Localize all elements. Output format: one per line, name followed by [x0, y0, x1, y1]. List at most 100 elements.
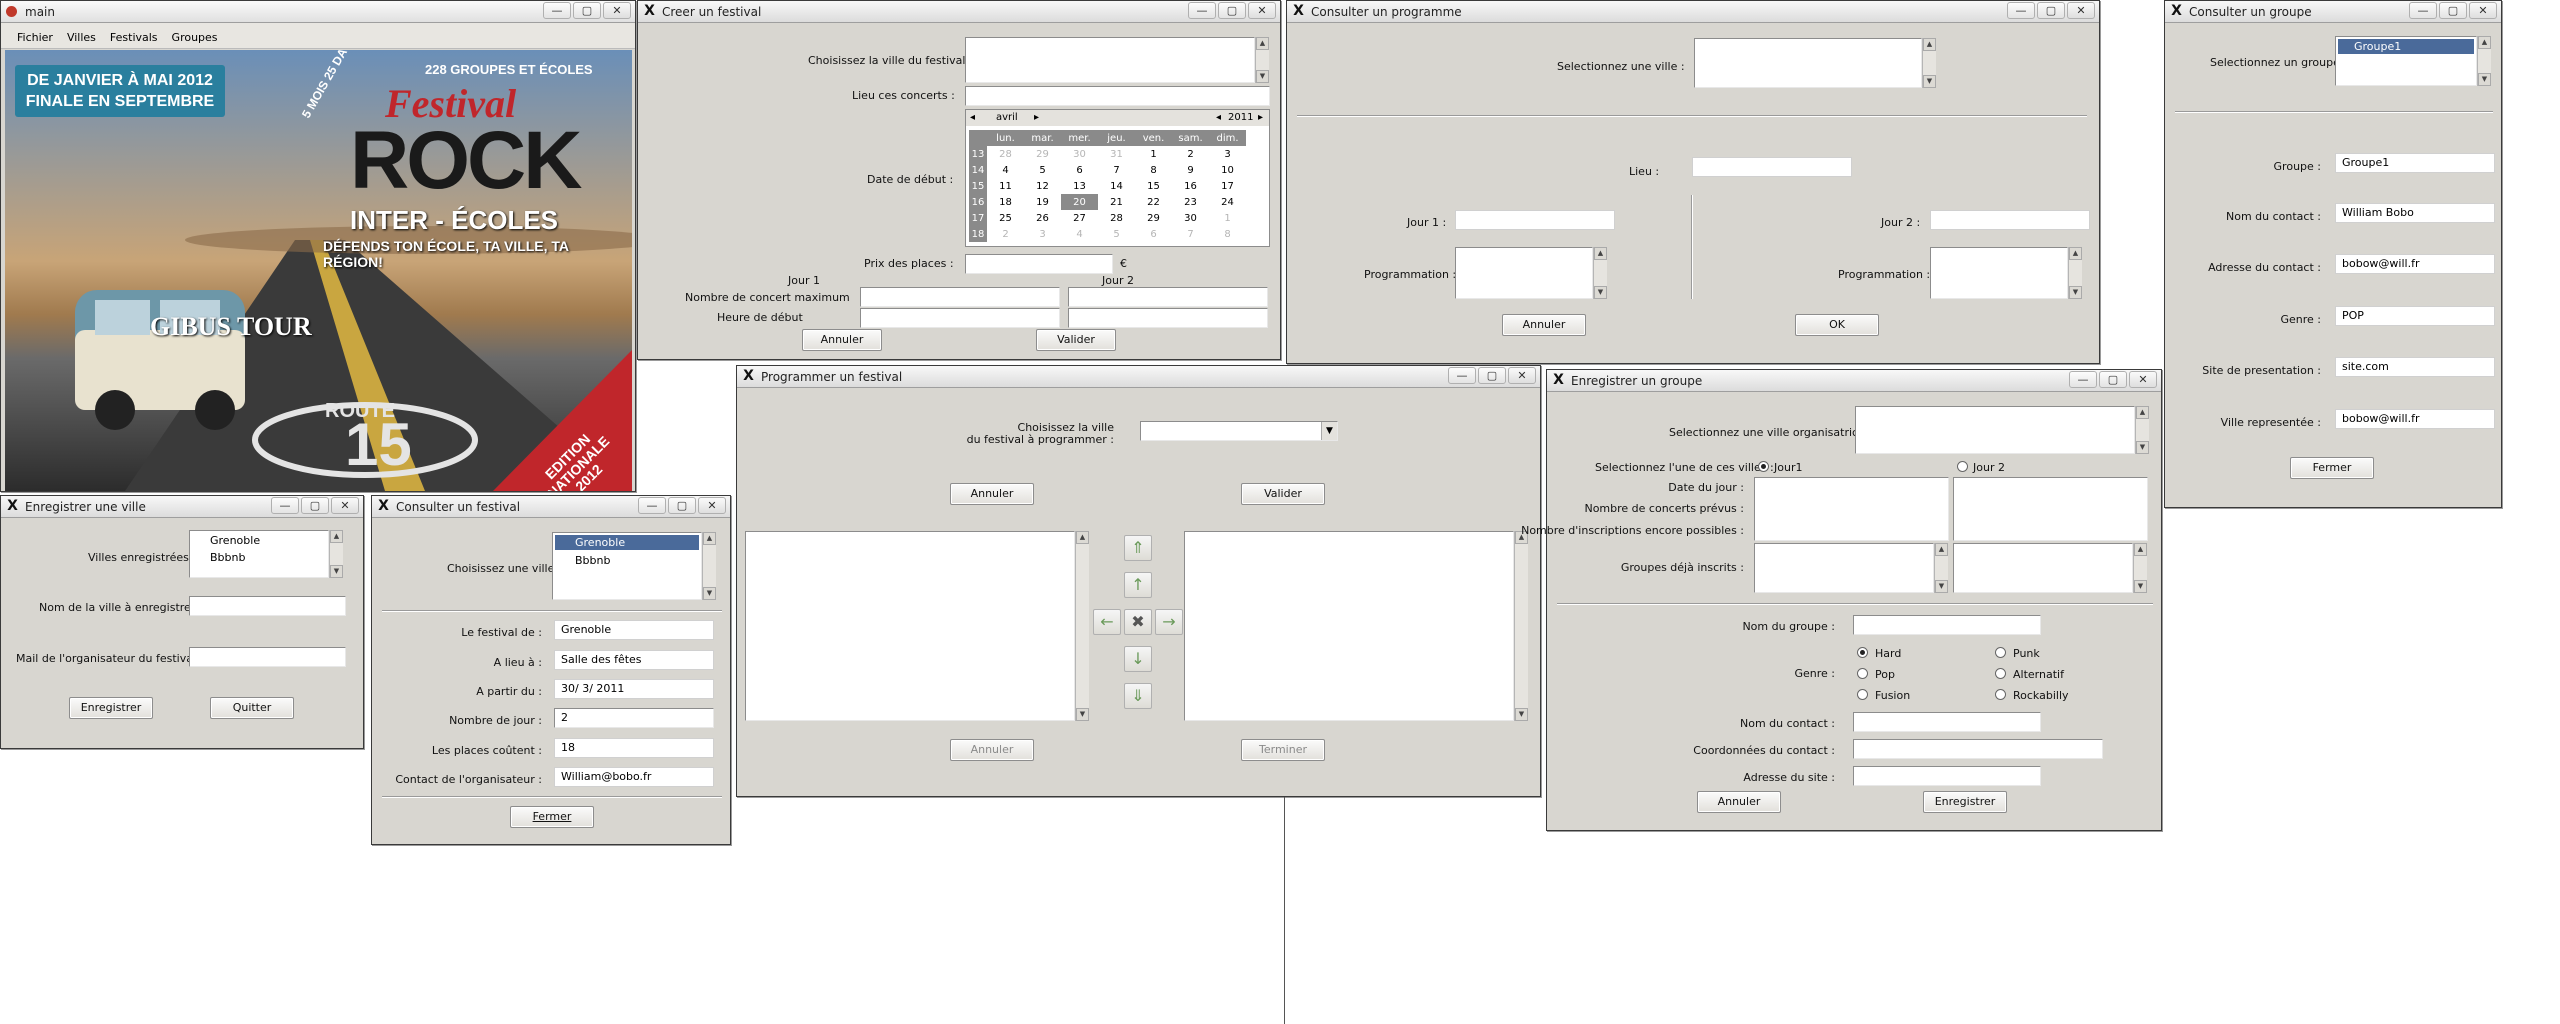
available-groups-list[interactable]	[745, 531, 1075, 721]
title-bar[interactable]: X Enregistrer une ville — ▢ ✕	[1, 496, 363, 518]
ville-list[interactable]	[965, 37, 1255, 83]
calendar-day[interactable]: 26	[1024, 210, 1061, 226]
genre-hard-radio[interactable]	[1857, 647, 1868, 658]
next-year-icon[interactable]: ▸	[1258, 112, 1263, 123]
maximize-button[interactable]: ▢	[2439, 2, 2467, 19]
scroll-down-icon[interactable]: ▼	[1935, 580, 1948, 593]
lieu-input[interactable]	[965, 86, 1270, 106]
calendar-day[interactable]: 31	[1098, 146, 1135, 162]
villes-scrollbar[interactable]: ▲ ▼	[702, 532, 716, 600]
remove-icon[interactable]: ✖	[1124, 609, 1152, 635]
menu-festivals[interactable]: Festivals	[104, 23, 166, 48]
move-left-icon[interactable]: ←	[1093, 609, 1121, 635]
title-bar[interactable]: X Programmer un festival — ▢ ✕	[737, 366, 1540, 388]
annuler-disabled-button[interactable]: Annuler	[950, 739, 1034, 761]
calendar-day[interactable]: 29	[1024, 146, 1061, 162]
calendar-day[interactable]: 22	[1135, 194, 1172, 210]
annuler-button[interactable]: Annuler	[1697, 791, 1781, 813]
close-button[interactable]: ✕	[331, 497, 359, 514]
title-bar[interactable]: X Consulter un groupe — ▢ ✕	[2165, 1, 2501, 23]
calendar-day[interactable]: 8	[1135, 162, 1172, 178]
calendar-day[interactable]: 2	[1172, 146, 1209, 162]
calendar-day[interactable]: 5	[1024, 162, 1061, 178]
programmed-groups-list[interactable]	[1184, 531, 1514, 721]
close-button[interactable]: ✕	[1508, 367, 1536, 384]
minimize-button[interactable]: —	[2409, 2, 2437, 19]
calendar-day[interactable]: 24	[1209, 194, 1246, 210]
calendar-day[interactable]: 7	[1098, 162, 1135, 178]
calendar-day[interactable]: 13	[1061, 178, 1098, 194]
calendar-day[interactable]: 5	[1098, 226, 1135, 242]
scroll-up-icon[interactable]: ▲	[2136, 406, 2149, 419]
maximize-button[interactable]: ▢	[301, 497, 329, 514]
calendar-day[interactable]: 16	[1172, 178, 1209, 194]
calendar-day[interactable]: 1	[1135, 146, 1172, 162]
fermer-button[interactable]: Fermer	[510, 806, 594, 828]
maximize-button[interactable]: ▢	[1218, 2, 1246, 19]
minimize-button[interactable]: —	[1188, 2, 1216, 19]
title-bar[interactable]: main — ▢ ✕	[1, 1, 635, 23]
annuler-button[interactable]: Annuler	[802, 329, 882, 351]
calendar-day[interactable]: 29	[1135, 210, 1172, 226]
move-down-icon[interactable]: ↓	[1124, 646, 1152, 672]
genre-punk-radio[interactable]	[1995, 647, 2006, 658]
minimize-button[interactable]: —	[543, 2, 571, 19]
calendar-day[interactable]: 23	[1172, 194, 1209, 210]
scroll-down-icon[interactable]: ▼	[2134, 580, 2147, 593]
enregistrer-button[interactable]: Enregistrer	[1923, 791, 2007, 813]
scroll-down-icon[interactable]: ▼	[1923, 75, 1936, 88]
title-bar[interactable]: X Enregistrer un groupe — ▢ ✕	[1547, 370, 2161, 392]
villes-list[interactable]: Grenoble Bbbnb	[552, 532, 702, 600]
nom-ville-input[interactable]	[189, 596, 346, 616]
coord-input[interactable]	[1853, 739, 2103, 759]
calendar-day[interactable]: 25	[987, 210, 1024, 226]
prog1-scrollbar[interactable]: ▲ ▼	[1593, 247, 1607, 299]
menu-fichier[interactable]: Fichier	[11, 23, 61, 48]
next-month-icon[interactable]: ▸	[1034, 112, 1039, 123]
calendar-day[interactable]: 12	[1024, 178, 1061, 194]
minimize-button[interactable]: —	[271, 497, 299, 514]
jour2-max-input[interactable]	[1068, 287, 1268, 307]
scroll-up-icon[interactable]: ▲	[2069, 247, 2082, 260]
calendar-day[interactable]: 2	[987, 226, 1024, 242]
scroll-up-icon[interactable]: ▲	[1935, 543, 1948, 556]
ville-org-list[interactable]	[1855, 406, 2135, 454]
prev-year-icon[interactable]: ◂	[1216, 112, 1221, 123]
close-button[interactable]: ✕	[603, 2, 631, 19]
available-groups-scrollbar[interactable]: ▲ ▼	[1075, 531, 1089, 721]
move-right-icon[interactable]: →	[1155, 609, 1183, 635]
calendar-day[interactable]: 3	[1024, 226, 1061, 242]
minimize-button[interactable]: —	[2069, 371, 2097, 388]
ville-scrollbar[interactable]: ▲ ▼	[1255, 37, 1269, 83]
scroll-up-icon[interactable]: ▲	[330, 530, 343, 543]
maximize-button[interactable]: ▢	[2099, 371, 2127, 388]
calendar-day[interactable]: 7	[1172, 226, 1209, 242]
jour2-inscrits-list[interactable]	[1953, 543, 2133, 593]
calendar-day[interactable]: 10	[1209, 162, 1246, 178]
close-button[interactable]: ✕	[2129, 371, 2157, 388]
jour2-inscrits-scrollbar[interactable]: ▲ ▼	[2133, 543, 2147, 593]
calendar-day[interactable]: 11	[987, 178, 1024, 194]
site-input[interactable]	[1853, 766, 2041, 786]
title-bar[interactable]: X Consulter un festival — ▢ ✕	[372, 496, 730, 518]
title-bar[interactable]: X Creer un festival — ▢ ✕	[638, 1, 1280, 23]
list-item[interactable]: Grenoble	[555, 535, 699, 550]
menu-villes[interactable]: Villes	[61, 23, 104, 48]
valider-button[interactable]: Valider	[1241, 483, 1325, 505]
scroll-down-icon[interactable]: ▼	[703, 587, 716, 600]
calendar-day[interactable]: 28	[987, 146, 1024, 162]
calendar-day[interactable]: 19	[1024, 194, 1061, 210]
scroll-up-icon[interactable]: ▲	[703, 532, 716, 545]
minimize-button[interactable]: —	[1448, 367, 1476, 384]
scroll-down-icon[interactable]: ▼	[2478, 73, 2491, 86]
quitter-button[interactable]: Quitter	[210, 697, 294, 719]
group-scrollbar[interactable]: ▲ ▼	[2477, 36, 2491, 86]
contact-input[interactable]	[1853, 712, 2041, 732]
scroll-down-icon[interactable]: ▼	[1594, 286, 1607, 299]
scroll-down-icon[interactable]: ▼	[1515, 708, 1528, 721]
jour2-heure-input[interactable]	[1068, 308, 1268, 328]
jour2-radio[interactable]	[1957, 461, 1968, 472]
scroll-down-icon[interactable]: ▼	[330, 565, 343, 578]
jour1-radio[interactable]	[1758, 461, 1769, 472]
maximize-button[interactable]: ▢	[573, 2, 601, 19]
